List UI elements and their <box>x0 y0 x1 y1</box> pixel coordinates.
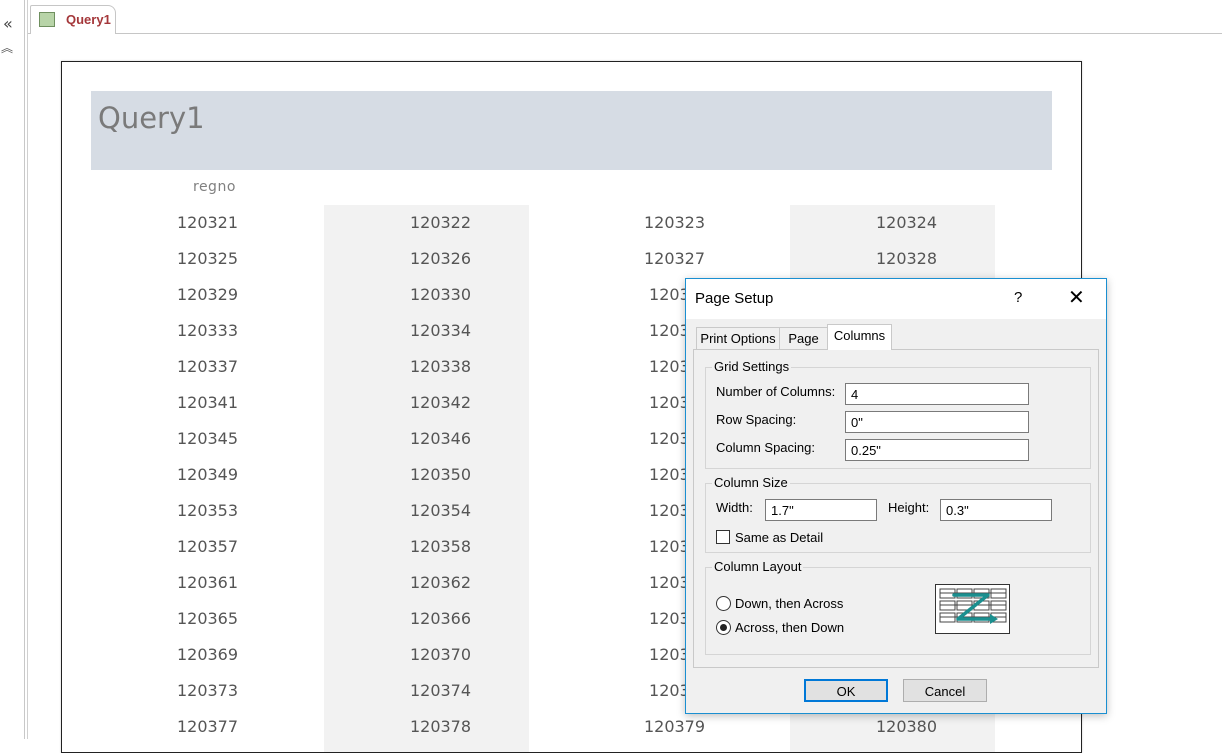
regno-cell: 120337 <box>176 357 239 376</box>
regno-cell: 120334 <box>409 321 472 340</box>
grid-settings-title: Grid Settings <box>712 359 792 374</box>
height-input[interactable]: 0.3" <box>940 499 1052 521</box>
regno-cell: 120350 <box>409 465 472 484</box>
down-then-across-radio[interactable] <box>716 596 731 611</box>
report-header: Query1 <box>91 91 1052 170</box>
regno-cell: 120373 <box>176 681 239 700</box>
regno-cell: 120374 <box>409 681 472 700</box>
regno-cell: 120378 <box>409 717 472 736</box>
regno-cell: 120330 <box>409 285 472 304</box>
help-icon[interactable]: ? <box>1014 289 1022 306</box>
regno-cell: 120341 <box>176 393 239 412</box>
column-spacing-label: Column Spacing: <box>716 440 815 455</box>
regno-cell: 120357 <box>176 537 239 556</box>
query-table-icon <box>39 12 55 27</box>
dialog-title-bar: Page Setup ? ✕ <box>686 279 1106 319</box>
report-title: Query1 <box>98 101 205 135</box>
across-then-down-radio[interactable] <box>716 620 731 635</box>
down-then-across-label: Down, then Across <box>735 596 844 611</box>
regno-cell: 120321 <box>176 213 239 232</box>
across-then-down-label: Across, then Down <box>735 620 845 635</box>
regno-cell: 120353 <box>176 501 239 520</box>
regno-cell: 120346 <box>409 429 472 448</box>
same-as-detail-checkbox[interactable] <box>716 530 730 544</box>
width-label: Width: <box>716 500 753 515</box>
regno-cell: 120329 <box>176 285 239 304</box>
shutter-bar-chevron-icon[interactable]: ︽ <box>1 42 13 54</box>
columns-tab-panel: Grid Settings Number of Columns: 4 Row S… <box>693 349 1099 668</box>
column-layout-group: Column Layout Down, then Across Across, … <box>705 559 1091 655</box>
regno-cell: 120370 <box>409 645 472 664</box>
tab-columns[interactable]: Columns <box>827 324 892 350</box>
number-of-columns-input[interactable]: 4 <box>845 383 1029 405</box>
regno-cell: 120365 <box>176 609 239 628</box>
regno-cell: 120377 <box>176 717 239 736</box>
tab-query1[interactable]: Query1 <box>30 5 116 34</box>
cancel-button[interactable]: Cancel <box>903 679 987 702</box>
radio-selected-dot <box>720 624 727 631</box>
tab-print-options[interactable]: Print Options <box>696 327 780 350</box>
regno-cell: 120327 <box>643 249 706 268</box>
height-label: Height: <box>888 500 930 515</box>
column-size-group: Column Size Width: 1.7" Height: 0.3" Sam… <box>705 475 1091 553</box>
dialog-title: Page Setup <box>695 290 774 307</box>
regno-cell: 120324 <box>875 213 938 232</box>
grid-settings-group: Grid Settings Number of Columns: 4 Row S… <box>705 359 1091 469</box>
expand-navigation-pane-icon[interactable]: « <box>3 14 13 33</box>
regno-cell: 120326 <box>409 249 472 268</box>
tab-label: Query1 <box>66 12 111 27</box>
regno-cell: 120322 <box>409 213 472 232</box>
regno-cell: 120328 <box>875 249 938 268</box>
regno-cell: 120361 <box>176 573 239 592</box>
regno-cell: 120349 <box>176 465 239 484</box>
row-spacing-label: Row Spacing: <box>716 412 797 427</box>
regno-cell: 120338 <box>409 357 472 376</box>
page-setup-dialog: Page Setup ? ✕ Print Options Page Column… <box>685 278 1107 714</box>
column-layout-title: Column Layout <box>712 559 804 574</box>
regno-cell: 120354 <box>409 501 472 520</box>
tab-page[interactable]: Page <box>779 327 828 350</box>
width-input[interactable]: 1.7" <box>765 499 877 521</box>
regno-cell: 120325 <box>176 249 239 268</box>
row-spacing-input[interactable]: 0" <box>845 411 1029 433</box>
regno-cell: 120333 <box>176 321 239 340</box>
number-of-columns-label: Number of Columns: <box>716 384 836 399</box>
regno-cell: 120342 <box>409 393 472 412</box>
same-as-detail-label: Same as Detail <box>735 530 824 545</box>
regno-cell: 120379 <box>643 717 706 736</box>
regno-cell: 120362 <box>409 573 472 592</box>
regno-cell: 120380 <box>875 717 938 736</box>
navigation-pane-collapsed <box>0 0 25 739</box>
column-spacing-input[interactable]: 0.25" <box>845 439 1029 461</box>
ok-button[interactable]: OK <box>804 679 888 702</box>
across-then-down-layout-icon <box>935 584 1010 634</box>
column-label-regno: regno <box>193 179 236 195</box>
regno-cell: 120369 <box>176 645 239 664</box>
regno-cell: 120358 <box>409 537 472 556</box>
close-icon[interactable]: ✕ <box>1068 285 1085 309</box>
regno-cell: 120345 <box>176 429 239 448</box>
regno-cell: 120323 <box>643 213 706 232</box>
tab-strip-line <box>28 33 1222 34</box>
column-size-title: Column Size <box>712 475 790 490</box>
regno-cell: 120366 <box>409 609 472 628</box>
